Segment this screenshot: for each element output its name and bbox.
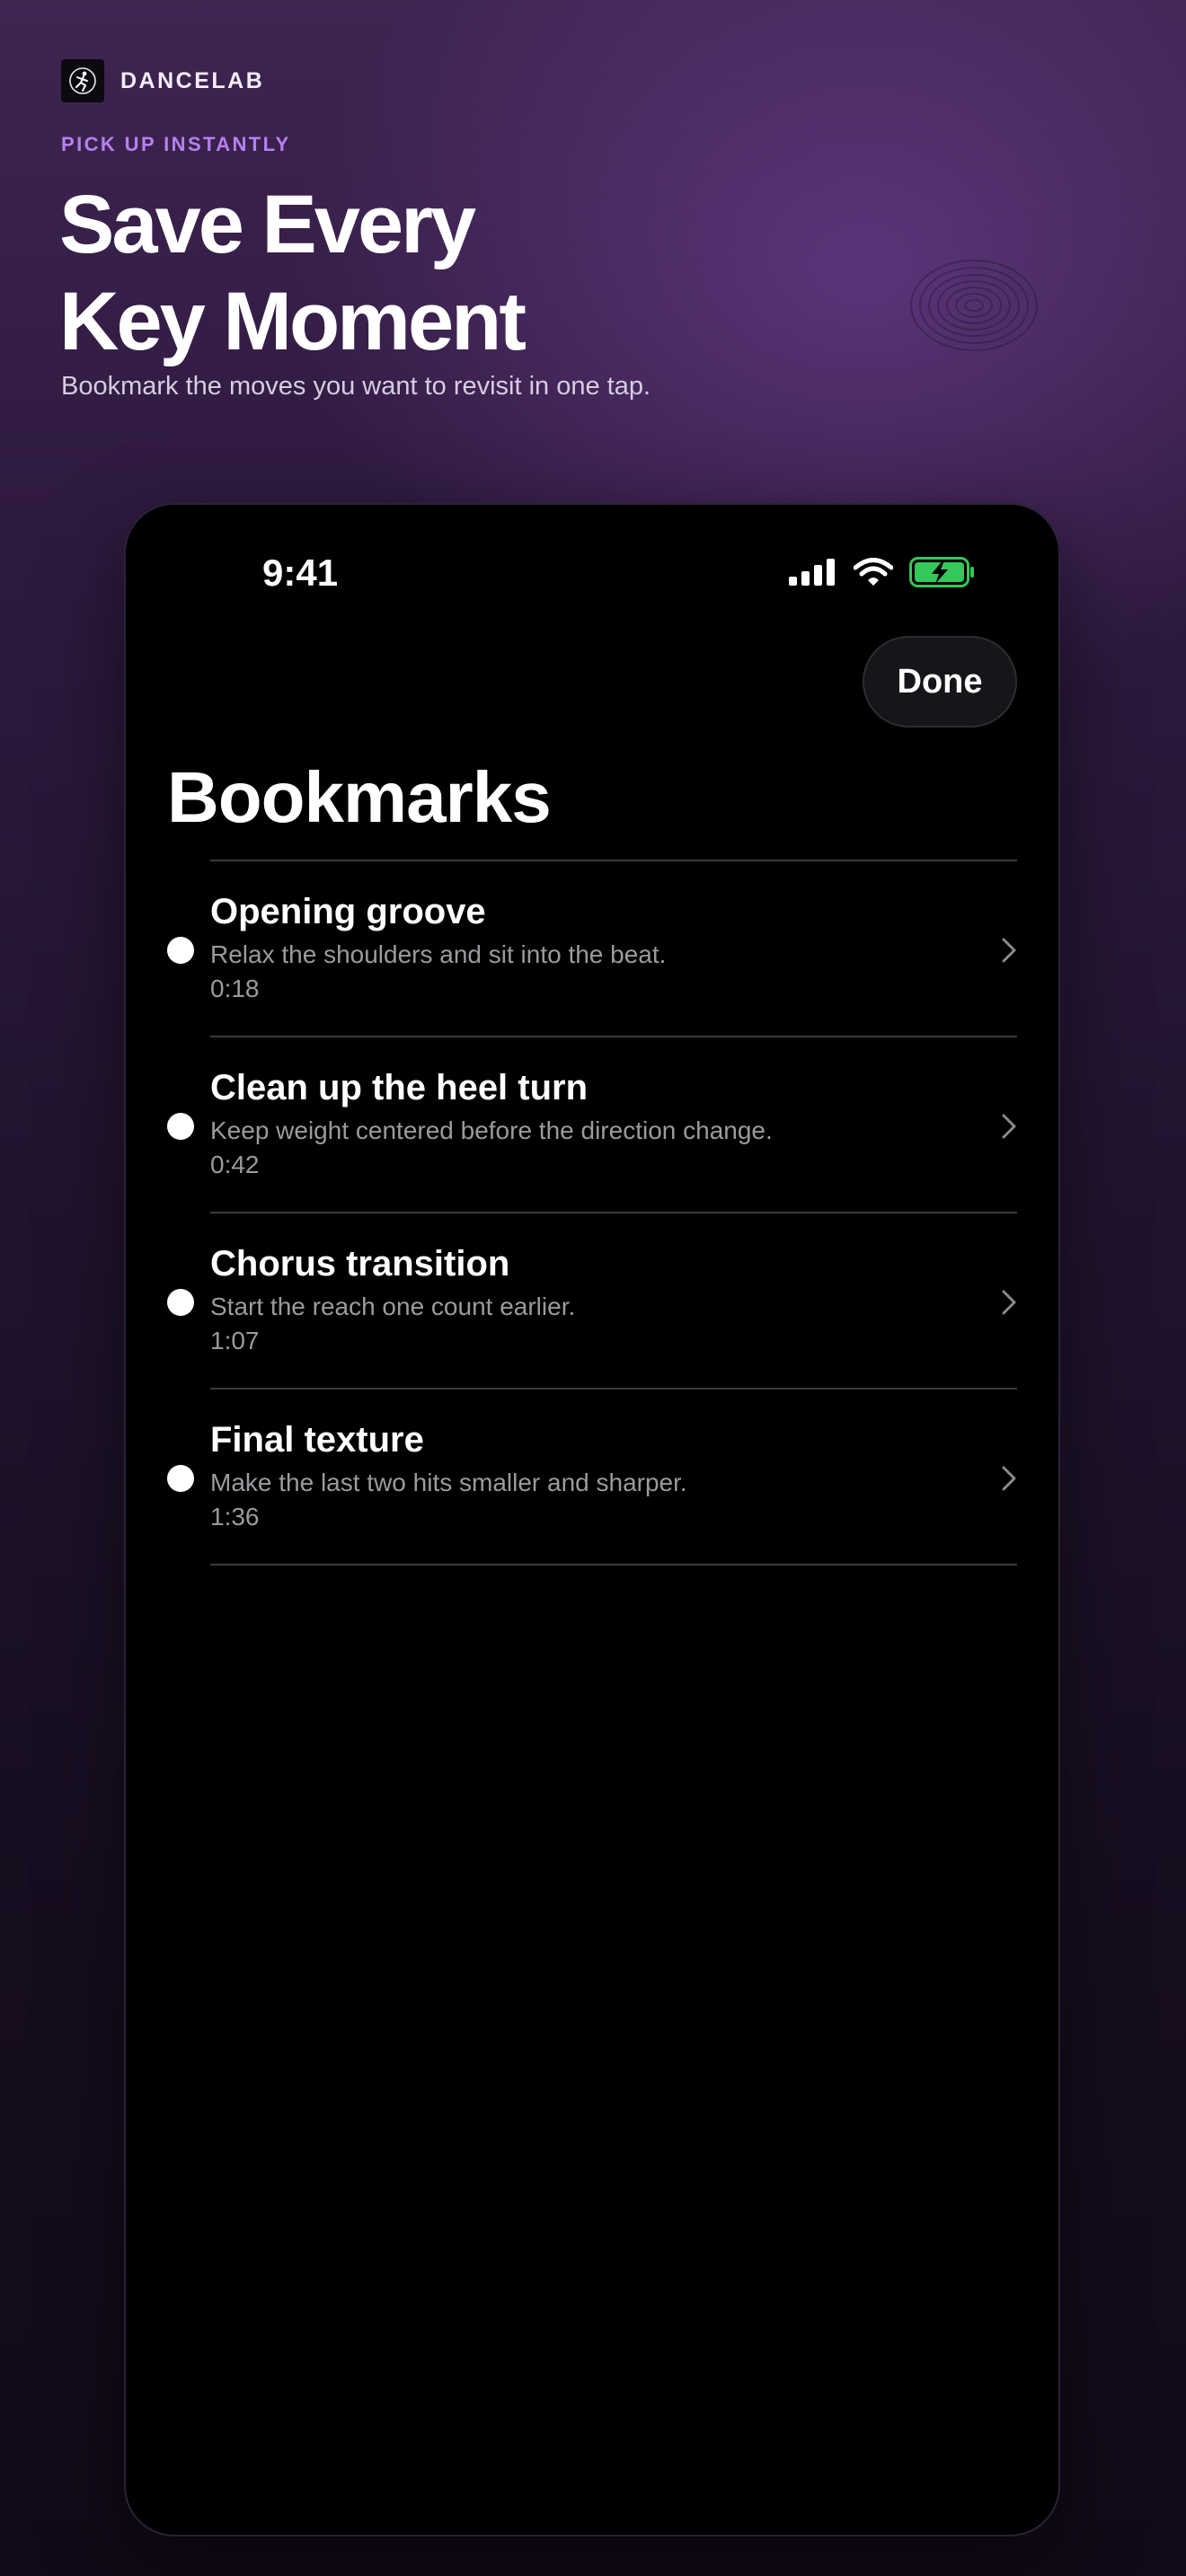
bookmark-title: Chorus transition — [210, 1244, 510, 1284]
bookmark-timestamp: 1:07 — [210, 1327, 260, 1354]
chevron-right-icon — [1002, 1290, 1016, 1315]
brand-name: DANCELAB — [120, 67, 265, 93]
bullet-dot-icon — [167, 937, 194, 964]
brand: DANCELAB — [61, 59, 264, 102]
bookmark-title: Final texture — [210, 1420, 424, 1460]
bookmark-row[interactable]: Final texture Make the last two hits sma… — [126, 1389, 1058, 1566]
bookmark-timestamp: 1:36 — [210, 1503, 260, 1531]
status-time: 9:41 — [262, 551, 339, 594]
wifi-icon — [854, 558, 893, 586]
hero-subhead: Bookmark the moves you want to revisit i… — [61, 372, 651, 401]
bookmark-row[interactable]: Clean up the heel turn Keep weight cente… — [126, 1037, 1058, 1213]
dancer-icon — [61, 59, 104, 102]
bookmark-timestamp: 0:42 — [210, 1151, 260, 1178]
chevron-right-icon — [1002, 1466, 1016, 1491]
hero-headline: Save Every Key Moment — [59, 176, 527, 370]
bookmark-list: Opening groove Relax the shoulders and s… — [126, 860, 1058, 1566]
hero-headline-line-1: Save Every — [59, 179, 476, 270]
fingerprint-texture-icon — [910, 260, 1038, 351]
hero-headline-line-2: Key Moment — [59, 276, 527, 367]
bookmark-title: Opening groove — [210, 892, 486, 931]
bookmark-title: Clean up the heel turn — [210, 1068, 589, 1107]
bookmark-timestamp: 0:18 — [210, 975, 260, 1002]
page-title: Bookmarks — [167, 757, 552, 837]
cellular-signal-icon — [789, 559, 835, 586]
battery-charging-icon — [909, 557, 974, 587]
phone-screen: 9:41 Done Bookmarks Opening groove Relax… — [124, 503, 1060, 2536]
done-button[interactable]: Done — [863, 636, 1017, 728]
list-divider — [210, 1564, 1017, 1566]
bookmark-description: Relax the shoulders and sit into the bea… — [210, 940, 667, 968]
bookmark-description: Start the reach one count earlier. — [210, 1292, 576, 1320]
bullet-dot-icon — [167, 1289, 194, 1316]
bookmark-row[interactable]: Chorus transition Start the reach one co… — [126, 1213, 1058, 1389]
status-bar: 9:41 — [126, 505, 1058, 640]
chevron-right-icon — [1002, 938, 1016, 963]
status-icons — [789, 557, 976, 587]
bookmark-description: Keep weight centered before the directio… — [210, 1116, 773, 1144]
bookmark-description: Make the last two hits smaller and sharp… — [210, 1469, 687, 1496]
bookmark-row[interactable]: Opening groove Relax the shoulders and s… — [126, 861, 1058, 1037]
bullet-dot-icon — [167, 1465, 194, 1492]
chevron-right-icon — [1002, 1114, 1016, 1139]
hero-eyebrow: PICK UP INSTANTLY — [61, 133, 291, 155]
bullet-dot-icon — [167, 1113, 194, 1140]
